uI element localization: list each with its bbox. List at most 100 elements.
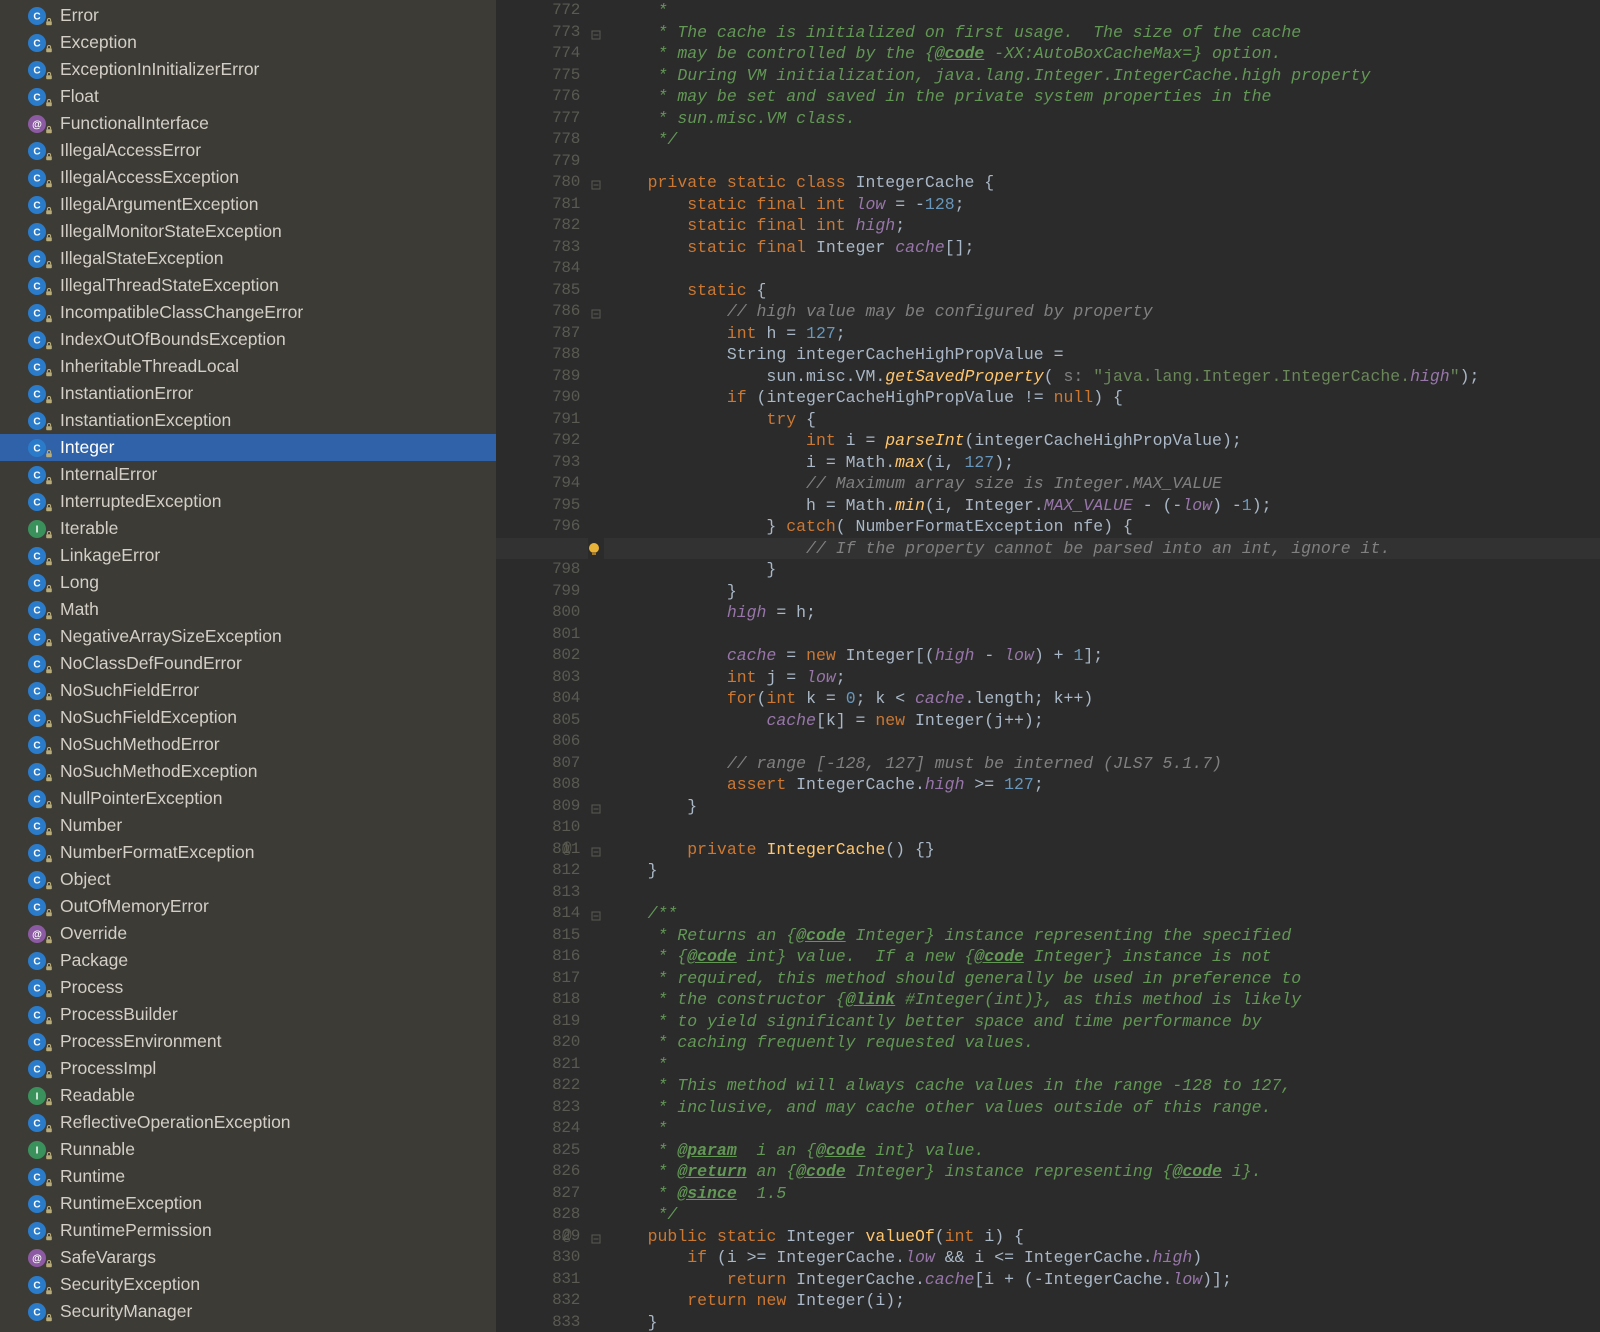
tree-item-object[interactable]: CObject [0,866,496,893]
line-number[interactable]: 812 [496,860,580,882]
line-number[interactable]: 820 [496,1032,580,1054]
tree-item-negativearraysizeexception[interactable]: CNegativeArraySizeException [0,623,496,650]
tree-item-error[interactable]: CError [0,2,496,29]
code-line[interactable]: * [608,1054,1600,1076]
tree-item-noclassdeffounderror[interactable]: CNoClassDefFoundError [0,650,496,677]
line-number[interactable]: 831 [496,1269,580,1291]
line-number[interactable]: 791 [496,409,580,431]
tree-item-instantiationexception[interactable]: CInstantiationException [0,407,496,434]
line-number[interactable]: 776 [496,86,580,108]
code-line[interactable]: @ public static Integer valueOf(int i) { [608,1226,1600,1248]
code-line[interactable] [608,731,1600,753]
code-line[interactable]: /** [608,903,1600,925]
tree-item-float[interactable]: CFloat [0,83,496,110]
line-number[interactable]: 774 [496,43,580,65]
code-line[interactable]: * caching frequently requested values. [608,1032,1600,1054]
tree-item-iterable[interactable]: IIterable [0,515,496,542]
code-line[interactable]: * may be set and saved in the private sy… [608,86,1600,108]
tree-item-nosuchmethodexception[interactable]: CNoSuchMethodException [0,758,496,785]
tree-item-illegalmonitorstateexception[interactable]: CIllegalMonitorStateException [0,218,496,245]
code-line[interactable]: int i = parseInt(integerCacheHighPropVal… [608,430,1600,452]
tree-item-processenvironment[interactable]: CProcessEnvironment [0,1028,496,1055]
line-number[interactable]: 809 [496,796,580,818]
line-number[interactable]: 792 [496,430,580,452]
tree-item-outofmemoryerror[interactable]: COutOfMemoryError [0,893,496,920]
code-line[interactable]: sun.misc.VM.getSavedProperty( s: "java.l… [608,366,1600,388]
code-line[interactable]: } [608,860,1600,882]
tree-item-override[interactable]: @Override [0,920,496,947]
line-number[interactable]: 780 [496,172,580,194]
tree-item-runtimeexception[interactable]: CRuntimeException [0,1190,496,1217]
code-line[interactable]: @ private IntegerCache() {} [608,839,1600,861]
line-number-gutter[interactable]: 7727737747757767777787797807817827837847… [496,0,588,1332]
line-number[interactable]: 786 [496,301,580,323]
line-number[interactable]: 790 [496,387,580,409]
line-number[interactable]: 793 [496,452,580,474]
line-number[interactable]: 802 [496,645,580,667]
code-line[interactable]: cache[k] = new Integer(j++); [608,710,1600,732]
code-line[interactable]: static final int high; [608,215,1600,237]
tree-item-long[interactable]: CLong [0,569,496,596]
line-number[interactable]: 778 [496,129,580,151]
code-line[interactable]: // range [-128, 127] must be interned (J… [608,753,1600,775]
line-number[interactable]: 830 [496,1247,580,1269]
code-line[interactable]: int h = 127; [608,323,1600,345]
fold-gutter[interactable] [588,0,604,1332]
tree-item-illegalstateexception[interactable]: CIllegalStateException [0,245,496,272]
code-line[interactable]: try { [608,409,1600,431]
code-line[interactable] [608,151,1600,173]
code-line[interactable]: * The cache is initialized on first usag… [608,22,1600,44]
tree-item-securityexception[interactable]: CSecurityException [0,1271,496,1298]
code-line[interactable]: * to yield significantly better space an… [608,1011,1600,1033]
line-number[interactable]: 796 [496,516,580,538]
code-line[interactable]: * required, this method should generally… [608,968,1600,990]
code-line[interactable]: // If the property cannot be parsed into… [608,538,1600,560]
tree-item-illegalaccesserror[interactable]: CIllegalAccessError [0,137,496,164]
code-line[interactable]: * [608,1118,1600,1140]
code-line[interactable]: * {@code int} value. If a new {@code Int… [608,946,1600,968]
tree-item-math[interactable]: CMath [0,596,496,623]
line-number[interactable]: 815 [496,925,580,947]
fold-toggle-icon[interactable] [590,306,602,318]
fold-toggle-icon[interactable] [590,908,602,920]
tree-item-number[interactable]: CNumber [0,812,496,839]
line-number[interactable]: 794 [496,473,580,495]
code-line[interactable]: assert IntegerCache.high >= 127; [608,774,1600,796]
code-line[interactable]: static final Integer cache[]; [608,237,1600,259]
code-line[interactable]: * the constructor {@link #Integer(int)},… [608,989,1600,1011]
line-number[interactable]: 822 [496,1075,580,1097]
line-number[interactable]: 816 [496,946,580,968]
tree-item-linkageerror[interactable]: CLinkageError [0,542,496,569]
line-number[interactable]: 833 [496,1312,580,1332]
code-line[interactable]: for(int k = 0; k < cache.length; k++) [608,688,1600,710]
line-number[interactable]: 818 [496,989,580,1011]
line-number[interactable]: 799 [496,581,580,603]
tree-item-securitymanager[interactable]: CSecurityManager [0,1298,496,1325]
tree-item-inheritablethreadlocal[interactable]: CInheritableThreadLocal [0,353,496,380]
code-line[interactable] [608,624,1600,646]
code-line[interactable]: } [608,796,1600,818]
line-number[interactable]: 783 [496,237,580,259]
code-line[interactable]: } catch( NumberFormatException nfe) { [608,516,1600,538]
tree-item-process[interactable]: CProcess [0,974,496,1001]
code-line[interactable]: private static class IntegerCache { [608,172,1600,194]
line-number[interactable]: 772 [496,0,580,22]
fold-toggle-icon[interactable] [590,177,602,189]
line-number[interactable]: 823 [496,1097,580,1119]
line-number[interactable]: 798 [496,559,580,581]
code-line[interactable] [608,258,1600,280]
line-number[interactable]: 824 [496,1118,580,1140]
code-line[interactable]: * During VM initialization, java.lang.In… [608,65,1600,87]
project-tree[interactable]: CErrorCExceptionCExceptionInInitializerE… [0,0,496,1332]
line-number[interactable]: 801 [496,624,580,646]
line-number[interactable]: 808 [496,774,580,796]
intention-bulb-icon[interactable] [585,540,603,558]
tree-item-nullpointerexception[interactable]: CNullPointerException [0,785,496,812]
fold-toggle-icon[interactable] [590,1231,602,1243]
line-number[interactable]: 814 [496,903,580,925]
line-number[interactable]: 806 [496,731,580,753]
code-line[interactable]: if (i >= IntegerCache.low && i <= Intege… [608,1247,1600,1269]
fold-toggle-icon[interactable] [590,27,602,39]
code-line[interactable]: return new Integer(i); [608,1290,1600,1312]
tree-item-runtime[interactable]: CRuntime [0,1163,496,1190]
